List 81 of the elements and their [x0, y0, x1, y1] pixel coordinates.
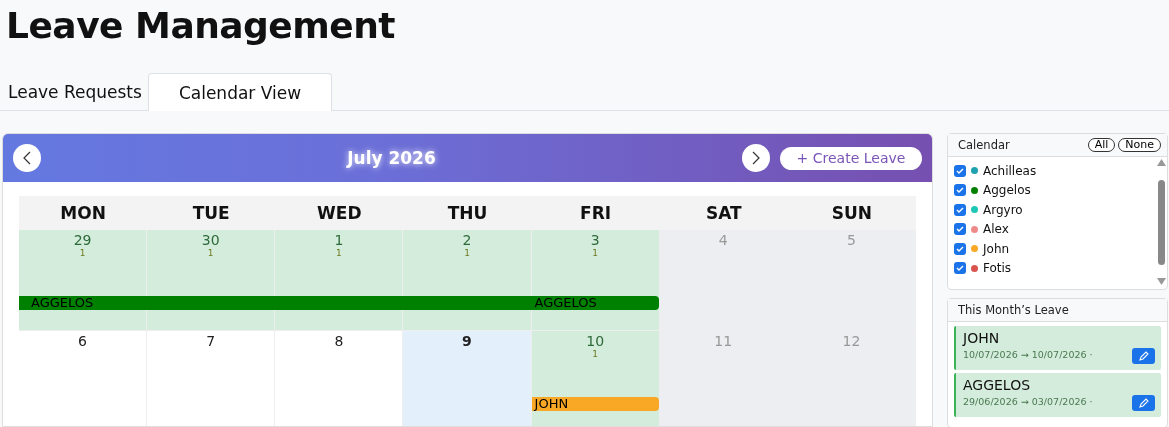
day-number: 29 — [73, 232, 92, 248]
checkbox[interactable] — [954, 223, 966, 236]
person-name: John — [983, 241, 1010, 256]
edit-button[interactable] — [1132, 348, 1155, 364]
leave-count: 1 — [79, 248, 86, 258]
check-icon — [956, 187, 964, 194]
panel-title: This Month’s Leave — [958, 303, 1070, 317]
leave-item[interactable]: JOHN 10/07/2026 → 10/07/2026 · — [954, 326, 1161, 370]
person-name: Aggelos — [983, 183, 1031, 198]
person-name: Achilleas — [983, 163, 1037, 178]
scrollbar[interactable] — [1155, 159, 1167, 285]
scroll-down-icon[interactable] — [1156, 278, 1166, 285]
weekday-header: TUE — [147, 196, 276, 230]
day-number: 6 — [78, 333, 88, 349]
weekday-header: SAT — [659, 196, 788, 230]
day-number: 2 — [462, 232, 472, 248]
weekday-header: SUN — [787, 196, 916, 230]
day-number: 3 — [590, 232, 600, 248]
leave-event-bar[interactable]: AGGELOS — [19, 296, 148, 310]
chevron-right-icon — [752, 151, 760, 165]
checkbox[interactable] — [954, 203, 966, 216]
day-number: 11 — [714, 333, 733, 349]
person-name: Alex — [983, 222, 1009, 237]
page-title: Leave Management — [6, 4, 397, 48]
edit-button[interactable] — [1132, 395, 1155, 411]
leave-event-bar[interactable]: AGGELOS — [531, 296, 659, 310]
leave-event-bar[interactable]: JOHN — [531, 397, 659, 411]
check-icon — [956, 245, 964, 252]
filter-button[interactable]: None — [1118, 138, 1161, 152]
check-icon — [956, 206, 964, 213]
leave-dates: 10/07/2026 → 10/07/2026 · — [963, 349, 1094, 360]
day-number: 1 — [334, 232, 344, 248]
previous-month-button[interactable] — [13, 144, 41, 172]
pencil-icon — [1138, 398, 1149, 408]
pencil-icon — [1138, 351, 1149, 361]
leave-item[interactable]: AGGELOS 29/06/2026 → 03/07/2026 · — [954, 373, 1161, 417]
leave-count: 1 — [336, 248, 342, 258]
leave-count: 1 — [464, 248, 470, 258]
panel-title: Calendar — [958, 138, 1011, 152]
day-cell[interactable]: 29 1 AGGELOS — [19, 230, 148, 331]
person-name: Fotis — [983, 261, 1012, 276]
day-number: 7 — [206, 333, 216, 349]
check-icon — [956, 265, 964, 272]
weekday-header: MON — [19, 196, 148, 230]
weekday-header: WED — [275, 196, 404, 230]
day-number: 12 — [842, 333, 861, 349]
scroll-up-icon[interactable] — [1156, 159, 1166, 166]
person-name: Argyro — [983, 202, 1023, 217]
next-month-button[interactable] — [742, 144, 770, 172]
checkbox[interactable] — [954, 242, 966, 255]
create-leave-button[interactable]: + Create Leave — [780, 146, 922, 170]
leave-count: 1 — [592, 349, 598, 359]
leave-dates: 29/06/2026 → 03/07/2026 · — [963, 396, 1094, 407]
day-cell[interactable]: 9 — [403, 331, 532, 426]
day-number: 10 — [586, 333, 605, 349]
day-number: 8 — [334, 333, 344, 349]
day-cell[interactable]: 2 1 — [403, 230, 532, 331]
day-number: 4 — [718, 232, 728, 248]
leave-count: 1 — [592, 248, 598, 258]
checkbox[interactable] — [954, 184, 966, 197]
weekday-header: THU — [403, 196, 532, 230]
leave-name: AGGELOS — [963, 377, 1032, 393]
day-number: 9 — [462, 333, 472, 349]
check-icon — [956, 226, 964, 233]
day-number: 30 — [201, 232, 220, 248]
filter-button[interactable]: All — [1087, 138, 1116, 152]
leave-count: 1 — [207, 248, 214, 258]
tab[interactable]: Calendar View — [147, 73, 333, 111]
month-title: July 2026 — [345, 148, 437, 168]
day-cell[interactable]: 1 1 — [275, 230, 404, 331]
tab[interactable]: Leave Requests — [2, 74, 148, 110]
leave-name: JOHN — [963, 330, 1001, 346]
weekday-header: FRI — [531, 196, 660, 230]
day-cell[interactable]: 30 1 — [147, 230, 276, 331]
day-number: 5 — [846, 232, 856, 248]
day-cell[interactable]: 3 1 AGGELOS — [531, 230, 660, 331]
checkbox[interactable] — [954, 164, 966, 177]
chevron-left-icon — [23, 151, 31, 165]
check-icon — [956, 167, 964, 174]
checkbox[interactable] — [954, 262, 966, 275]
day-cell[interactable]: 10 1 JOHN — [531, 331, 660, 426]
